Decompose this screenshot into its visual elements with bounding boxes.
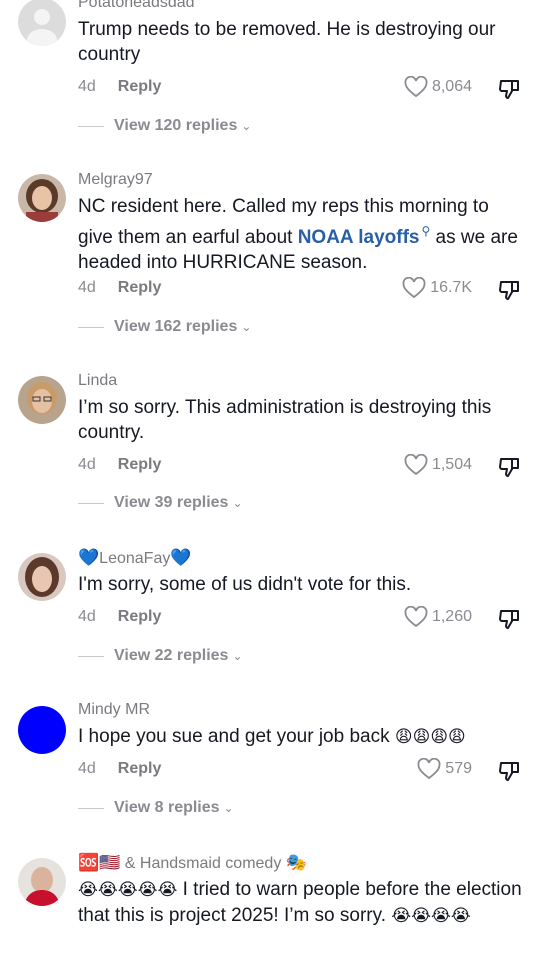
- comment-username[interactable]: Potatoheadsdad: [78, 0, 195, 12]
- like-button[interactable]: 16.7K: [402, 277, 472, 299]
- like-count: 16.7K: [430, 279, 472, 296]
- chevron-down-icon: ⌄: [223, 801, 234, 815]
- reply-button[interactable]: Reply: [118, 78, 162, 95]
- comment-username[interactable]: 💙LeonaFay💙: [78, 548, 192, 568]
- sos-flag-icons: 🆘🇺🇸: [78, 853, 121, 873]
- comment-age: 4d: [78, 456, 96, 473]
- like-count: 8,064: [431, 78, 472, 95]
- comment-username[interactable]: Linda: [78, 372, 117, 390]
- reply-button[interactable]: Reply: [118, 760, 162, 777]
- search-link[interactable]: NOAA layoffs: [298, 227, 420, 248]
- comment-age: 4d: [78, 608, 96, 625]
- view-replies-label: View 8 replies: [114, 799, 220, 816]
- avatar[interactable]: [18, 706, 66, 754]
- divider-line: [78, 125, 104, 127]
- chevron-down-icon: ⌄: [232, 496, 243, 510]
- weary-face-emoji: 😩😩😩😩: [394, 727, 466, 747]
- crying-face-emoji: 😭😭😭😭: [391, 906, 471, 926]
- chevron-down-icon: ⌄: [241, 320, 252, 334]
- dislike-icon[interactable]: [498, 759, 522, 783]
- crying-face-emoji: 😭😭😭😭😭: [78, 880, 178, 900]
- comment-text: NC resident here. Called my reps this mo…: [78, 194, 528, 275]
- heart-icon: [404, 606, 428, 628]
- comment-text-before: NC resident here. Called my reps this mo…: [78, 196, 489, 248]
- comment-meta: 4d Reply: [78, 279, 161, 297]
- view-replies-label: View 22 replies: [114, 647, 229, 664]
- comment-text: 😭😭😭😭😭 I tried to warn people before the …: [78, 877, 528, 929]
- divider-line: [78, 502, 104, 504]
- blue-circle-avatar-icon: [18, 706, 66, 754]
- divider-line: [78, 807, 104, 809]
- like-button[interactable]: 1,260: [404, 606, 472, 628]
- view-replies-label: View 120 replies: [114, 117, 238, 134]
- profile-photo-icon: [18, 174, 66, 222]
- comment-meta: 4d Reply: [78, 760, 161, 778]
- comment-username[interactable]: 🆘🇺🇸 & Handsmaid comedy 🎭: [78, 853, 307, 873]
- default-avatar-icon: [18, 0, 66, 46]
- blue-heart-icon: 💙: [170, 548, 192, 568]
- avatar[interactable]: [18, 553, 66, 601]
- like-count: 1,260: [431, 608, 472, 625]
- like-count: 1,504: [431, 456, 472, 473]
- dislike-icon[interactable]: [498, 278, 522, 302]
- view-replies-label: View 39 replies: [114, 494, 229, 511]
- heart-icon: [417, 758, 441, 780]
- like-button[interactable]: 8,064: [404, 76, 472, 98]
- search-icon[interactable]: ⚲: [421, 224, 430, 238]
- heart-icon: [404, 454, 428, 476]
- comment-username[interactable]: Melgray97: [78, 171, 153, 189]
- profile-photo-icon: [18, 553, 66, 601]
- comment-meta: 4d Reply: [78, 78, 161, 96]
- like-button[interactable]: 1,504: [404, 454, 472, 476]
- username-text: LeonaFay: [99, 550, 171, 567]
- comment-age: 4d: [78, 78, 96, 95]
- avatar[interactable]: [18, 858, 66, 906]
- view-replies-button[interactable]: View 120 replies ⌄: [78, 117, 251, 135]
- chevron-down-icon: ⌄: [241, 119, 252, 133]
- view-replies-button[interactable]: View 39 replies ⌄: [78, 494, 243, 512]
- view-replies-label: View 162 replies: [114, 318, 238, 335]
- comment-meta: 4d Reply: [78, 608, 161, 626]
- dislike-icon[interactable]: [498, 455, 522, 479]
- reply-button[interactable]: Reply: [118, 279, 162, 296]
- heart-icon: [402, 277, 426, 299]
- chevron-down-icon: ⌄: [232, 649, 243, 663]
- view-replies-button[interactable]: View 162 replies ⌄: [78, 318, 251, 336]
- profile-photo-icon: [18, 858, 66, 906]
- avatar[interactable]: [18, 174, 66, 222]
- comment-text: I hope you sue and get your job back 😩😩😩…: [78, 724, 528, 750]
- heart-icon: [404, 76, 428, 98]
- comment-text: I’m so sorry. This administration is des…: [78, 397, 492, 443]
- comment-text: Trump needs to be removed. He is destroy…: [78, 19, 496, 65]
- username-text: & Handsmaid comedy: [124, 855, 282, 872]
- divider-line: [78, 655, 104, 657]
- view-replies-button[interactable]: View 22 replies ⌄: [78, 647, 243, 665]
- avatar[interactable]: [18, 0, 66, 46]
- theater-masks-icon: 🎭: [285, 853, 307, 873]
- dislike-icon[interactable]: [498, 607, 522, 631]
- blue-heart-icon: 💙: [78, 548, 100, 568]
- comment-age: 4d: [78, 760, 96, 777]
- view-replies-button[interactable]: View 8 replies ⌄: [78, 799, 234, 817]
- avatar[interactable]: [18, 376, 66, 424]
- dislike-icon[interactable]: [498, 77, 522, 101]
- reply-button[interactable]: Reply: [118, 608, 162, 625]
- like-count: 579: [445, 760, 472, 777]
- like-button[interactable]: 579: [417, 758, 472, 780]
- comment-text: I'm sorry, some of us didn't vote for th…: [78, 574, 412, 595]
- reply-button[interactable]: Reply: [118, 456, 162, 473]
- comment-username[interactable]: Mindy MR: [78, 701, 150, 719]
- comment-text-body: I hope you sue and get your job back: [78, 726, 390, 747]
- comment-meta: 4d Reply: [78, 456, 161, 474]
- comment-age: 4d: [78, 279, 96, 296]
- divider-line: [78, 326, 104, 328]
- profile-photo-icon: [18, 376, 66, 424]
